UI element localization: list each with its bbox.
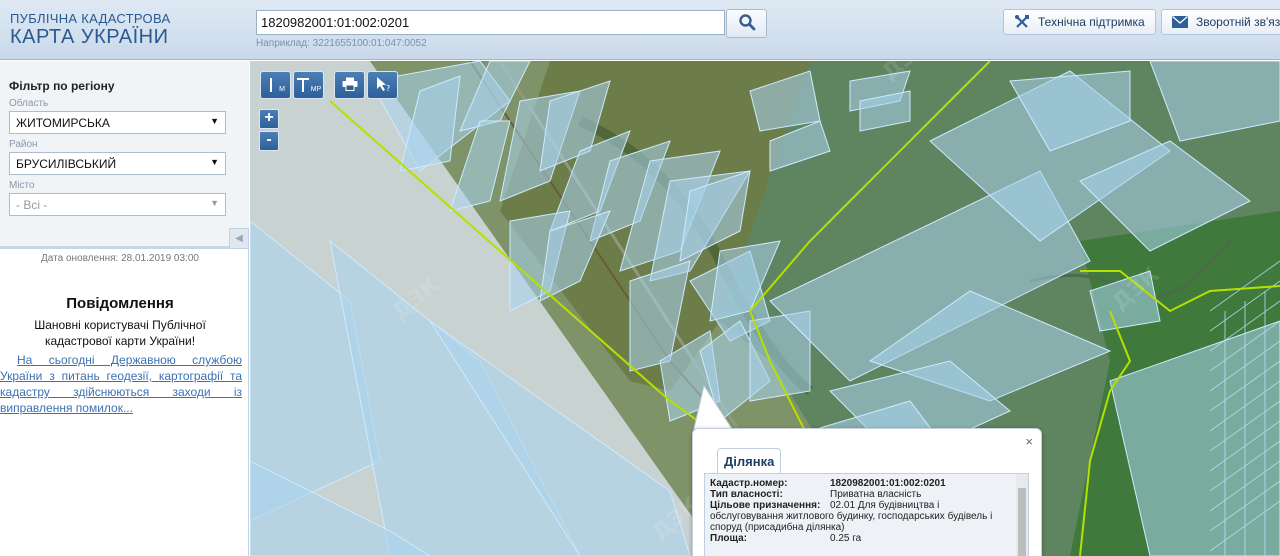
popup-scrollbar[interactable] [1016, 474, 1028, 556]
ruler-icon: М [266, 77, 285, 93]
area-key: Площа: [710, 533, 747, 544]
logo-line2: КАРТА УКРАЇНИ [10, 26, 169, 48]
raion-select[interactable]: БРУСИЛІВСЬКИЙ ▼ [9, 152, 226, 175]
scrollbar-thumb[interactable] [1018, 488, 1026, 556]
search-hint: Наприклад: 3221655100:01:047:0052 [256, 38, 427, 49]
printer-icon [342, 77, 358, 93]
search-input[interactable] [256, 10, 725, 35]
notice-title: Повідомлення [66, 295, 174, 312]
map-toolbar: М МР ? [260, 71, 398, 99]
sidebar: Фільтр по регіону Область ЖИТОМИРСЬКА ▼ … [0, 61, 249, 556]
dropdown-arrow-icon: ▼ [210, 157, 219, 167]
info-row-ownership: Тип власності: Приватна власність [710, 489, 1015, 500]
purpose-value-continued: обслуговування житлового будинку, господ… [710, 511, 993, 533]
zoom-controls: + - [259, 109, 279, 151]
info-row-cadastral: Кадастр.номер: 1820982001:01:002:0201 [710, 478, 1015, 489]
update-date: Дата оновлення: 28.01.2019 03:00 [41, 253, 199, 264]
measure-area-button[interactable]: МР [293, 71, 324, 99]
search-icon [738, 13, 756, 34]
filter-title: Фільтр по регіону [9, 79, 115, 93]
tab-parcel[interactable]: Ділянка [717, 448, 782, 474]
area-value: 0.25 га [830, 533, 862, 544]
print-button[interactable] [334, 71, 365, 99]
parcel-info-popup: × Ділянка Кадастр.номер: 1820982001:01:0… [692, 428, 1042, 556]
parcel-info-table: Кадастр.номер: 1820982001:01:002:0201 Ти… [710, 478, 1015, 544]
dropdown-arrow-icon: ▼ [210, 198, 219, 208]
info-row-purpose: Цільове призначення: 02.01 Для будівницт… [710, 500, 1015, 511]
purpose-key: Цільове призначення: [710, 500, 821, 511]
oblast-label: Область [9, 98, 49, 109]
logo-line1: ПУБЛІЧНА КАДАСТРОВА [10, 11, 171, 26]
raion-label: Район [9, 139, 38, 150]
ownership-key: Тип власності: [710, 489, 783, 500]
notice-link[interactable]: На сьогодні Державною службою України з … [0, 352, 242, 416]
header: ПУБЛІЧНА КАДАСТРОВА КАРТА УКРАЇНИ Наприк… [0, 0, 1280, 60]
cadastral-value: 1820982001:01:002:0201 [830, 478, 946, 489]
tech-support-button[interactable]: Технічна підтримка [1003, 9, 1156, 35]
zoom-out-button[interactable]: - [259, 131, 279, 151]
city-select[interactable]: - Всі - ▼ [9, 193, 226, 216]
search-button[interactable] [726, 9, 767, 38]
svg-text:?: ? [386, 84, 390, 92]
chevron-left-icon: ◀ [235, 233, 243, 244]
oblast-value: ЖИТОМИРСЬКА [16, 116, 110, 130]
measure-area-label: МР [310, 86, 322, 93]
close-icon[interactable]: × [1025, 434, 1033, 449]
dropdown-arrow-icon: ▼ [210, 116, 219, 126]
site-logo[interactable]: ПУБЛІЧНА КАДАСТРОВА КАРТА УКРАЇНИ [10, 12, 170, 47]
cadastral-key: Кадастр.номер: [710, 478, 788, 489]
info-row-area: Площа: 0.25 га [710, 533, 1015, 544]
collapse-sidebar-button[interactable]: ◀ [229, 228, 249, 249]
cursor-question-icon: ? [375, 76, 391, 94]
measure-distance-button[interactable]: М [260, 71, 291, 99]
oblast-select[interactable]: ЖИТОМИРСЬКА ▼ [9, 111, 226, 134]
identify-button[interactable]: ? [367, 71, 398, 99]
tech-support-label: Технічна підтримка [1038, 15, 1145, 29]
feedback-label: Зворотній зв'язок [1196, 15, 1280, 29]
region-filter-panel: Фільтр по регіону Область ЖИТОМИРСЬКА ▼ … [0, 61, 249, 249]
tools-icon [1014, 14, 1030, 30]
ownership-value: Приватна власність [830, 489, 922, 500]
parcel-info-body: Кадастр.номер: 1820982001:01:002:0201 Ти… [704, 473, 1029, 556]
envelope-icon [1172, 16, 1188, 28]
zoom-in-button[interactable]: + [259, 109, 279, 129]
feedback-button[interactable]: Зворотній зв'язок [1161, 9, 1280, 35]
measure-distance-label: М [279, 86, 285, 93]
raion-value: БРУСИЛІВСЬКИЙ [16, 157, 117, 171]
purpose-value: 02.01 Для будівництва і [830, 500, 940, 511]
city-label: Місто [9, 180, 35, 191]
area-icon: МР [296, 77, 322, 93]
notice-subtitle: Шановні користувачі Публічної кадастрово… [34, 318, 206, 348]
city-value: - Всі - [16, 198, 48, 212]
